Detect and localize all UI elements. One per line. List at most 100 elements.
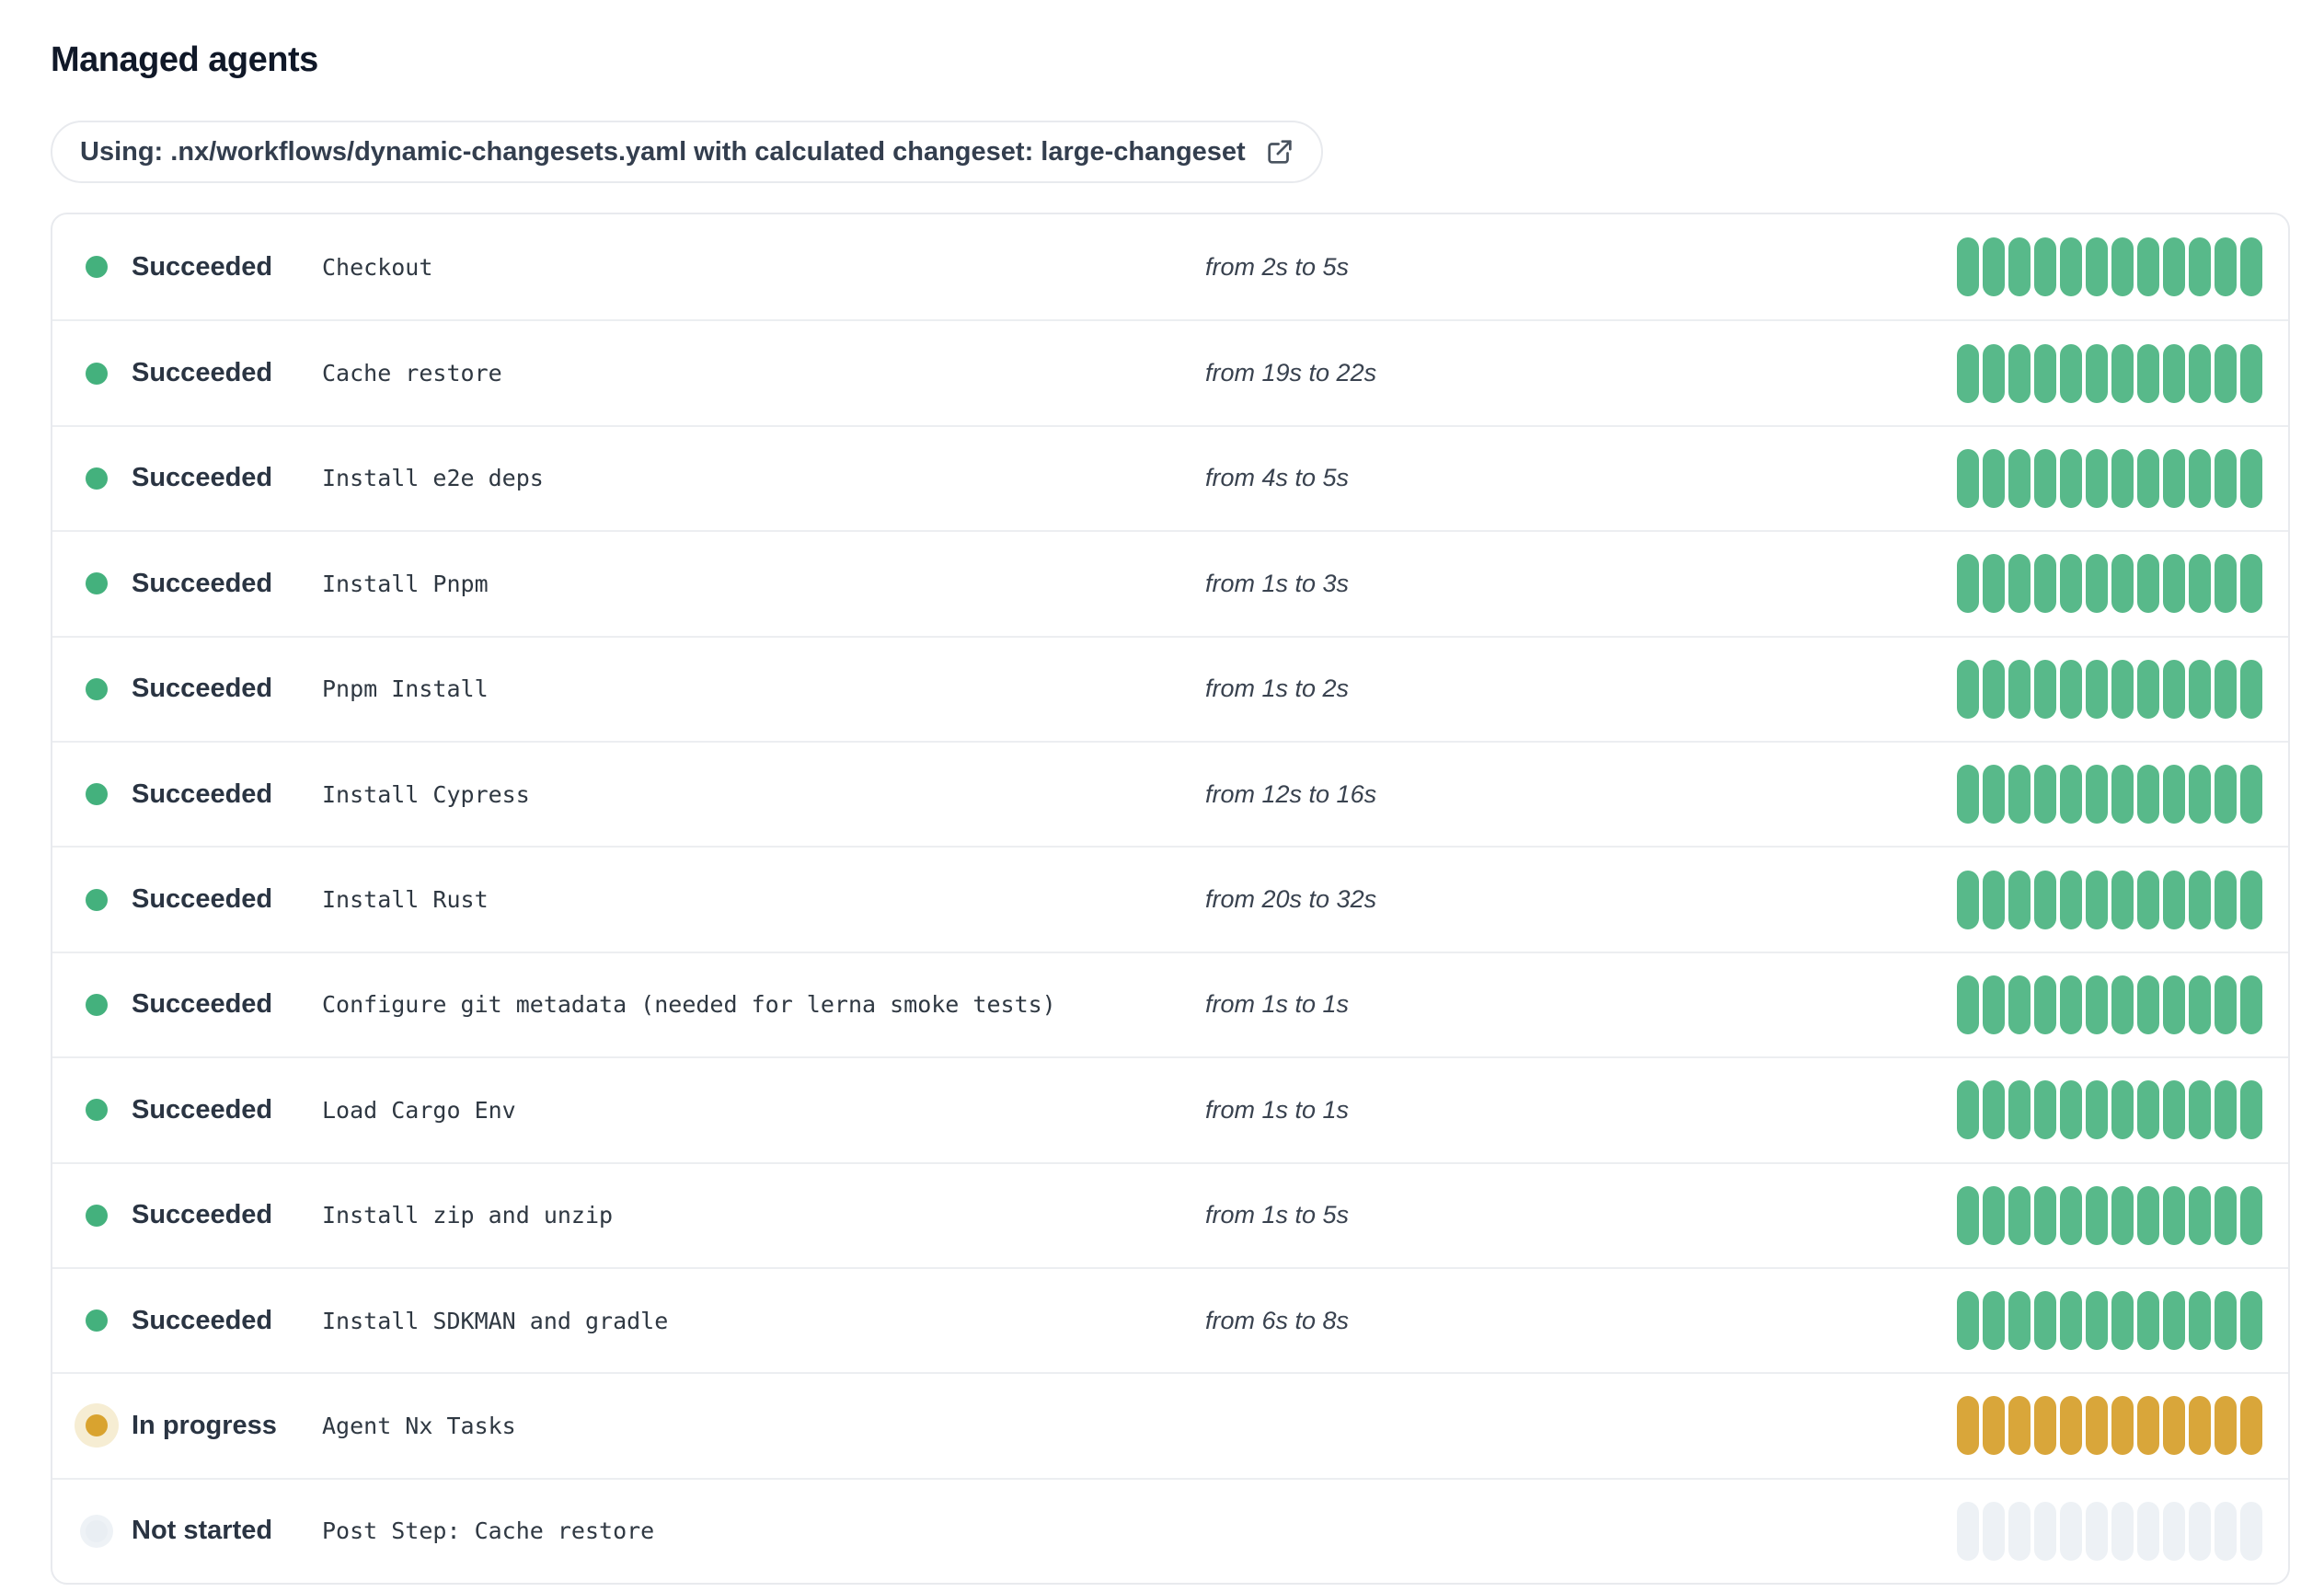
step-duration: from 20s to 32s xyxy=(1205,885,1377,914)
step-name: Cache restore xyxy=(322,360,502,387)
bar-segment xyxy=(1983,765,2005,825)
status-label: Succeeded xyxy=(132,674,273,704)
status-dot-wrap xyxy=(86,783,108,806)
bar-segment xyxy=(1983,1185,2005,1245)
status-dot xyxy=(86,256,108,279)
bar-segment xyxy=(1983,1291,2005,1351)
bar-segment xyxy=(2060,1185,2082,1245)
bar-segment xyxy=(2086,1080,2108,1140)
bar-segment xyxy=(2240,1396,2262,1456)
progress-bar xyxy=(1957,659,2262,719)
bar-segment xyxy=(1983,554,2005,614)
external-link-icon[interactable] xyxy=(1264,136,1295,167)
bar-segment xyxy=(2060,870,2082,929)
bar-segment xyxy=(2215,765,2237,825)
status-dot-wrap xyxy=(86,1204,108,1227)
step-name: Pnpm Install xyxy=(322,675,489,703)
bar-segment xyxy=(1957,659,1979,719)
bar-segment xyxy=(2189,1396,2211,1456)
status-cell: Succeeded xyxy=(86,674,322,704)
agent-step-row: Succeeded Install e2e deps from 4s to 5s xyxy=(52,424,2288,530)
bar-segment xyxy=(2240,343,2262,403)
bar-segment xyxy=(1983,1396,2005,1456)
step-duration: from 12s to 16s xyxy=(1205,779,1377,808)
step-name: Install Cypress xyxy=(322,780,530,808)
bar-segment xyxy=(1957,870,1979,929)
status-dot xyxy=(86,1099,108,1122)
bar-segment xyxy=(2086,554,2108,614)
status-dot-wrap xyxy=(86,467,108,490)
bar-segment xyxy=(2111,554,2134,614)
bar-segment xyxy=(2008,237,2031,297)
bar-segment xyxy=(2008,554,2031,614)
status-dot xyxy=(86,993,108,1016)
status-dot-wrap xyxy=(86,572,108,595)
page-title: Managed agents xyxy=(51,40,318,79)
workflow-config-badge[interactable]: Using: .nx/workflows/dynamic-changesets.… xyxy=(51,121,1323,183)
step-duration: from 2s to 5s xyxy=(1205,252,1350,281)
status-dot-wrap xyxy=(75,1403,119,1448)
bar-segment xyxy=(2189,1080,2211,1140)
bar-segment xyxy=(2137,870,2159,929)
bar-segment xyxy=(2240,975,2262,1034)
progress-bar xyxy=(1957,765,2262,825)
bar-segment xyxy=(2034,554,2056,614)
bar-segment xyxy=(2189,1501,2211,1561)
bar-segment xyxy=(2060,448,2082,508)
bar-segment xyxy=(1957,1080,1979,1140)
bar-segment xyxy=(2215,1396,2237,1456)
step-duration: from 1s to 2s xyxy=(1205,675,1350,703)
bar-segment xyxy=(2137,448,2159,508)
bar-segment xyxy=(2008,1396,2031,1456)
bar-segment xyxy=(2111,659,2134,719)
bar-segment xyxy=(1983,1501,2005,1561)
bar-segment xyxy=(2163,1291,2185,1351)
bar-segment xyxy=(2163,1396,2185,1456)
bar-segment xyxy=(2086,975,2108,1034)
agent-step-row: Succeeded Install zip and unzip from 1s … xyxy=(52,1161,2288,1267)
status-dot xyxy=(86,1309,108,1332)
bar-segment xyxy=(2008,1185,2031,1245)
bar-segment xyxy=(2240,1501,2262,1561)
progress-bar xyxy=(1957,1080,2262,1140)
status-cell: Succeeded xyxy=(86,779,322,810)
progress-bar xyxy=(1957,448,2262,508)
status-cell: Succeeded xyxy=(86,463,322,493)
progress-bar xyxy=(1957,870,2262,929)
step-name: Install e2e deps xyxy=(322,465,544,492)
bar-segment xyxy=(2034,237,2056,297)
bar-segment xyxy=(2111,448,2134,508)
bar-segment xyxy=(2008,1080,2031,1140)
status-cell: Succeeded xyxy=(86,1306,322,1336)
step-duration: from 1s to 3s xyxy=(1205,569,1350,597)
bar-segment xyxy=(2137,1185,2159,1245)
bar-segment xyxy=(2240,1291,2262,1351)
bar-segment xyxy=(2189,870,2211,929)
status-dot xyxy=(86,888,108,911)
status-dot xyxy=(86,1519,108,1542)
bar-segment xyxy=(2008,870,2031,929)
bar-segment xyxy=(2060,1396,2082,1456)
bar-segment xyxy=(2215,237,2237,297)
status-label: Succeeded xyxy=(132,989,273,1020)
bar-segment xyxy=(2240,1185,2262,1245)
bar-segment xyxy=(2240,765,2262,825)
bar-segment xyxy=(2215,343,2237,403)
step-name: Install Rust xyxy=(322,886,489,914)
bar-segment xyxy=(1957,1185,1979,1245)
bar-segment xyxy=(2240,448,2262,508)
status-label: Succeeded xyxy=(132,884,273,915)
agent-step-row: Succeeded Install Cypress from 12s to 16… xyxy=(52,740,2288,846)
bar-segment xyxy=(2111,1501,2134,1561)
bar-segment xyxy=(2240,659,2262,719)
progress-bar xyxy=(1957,237,2262,297)
bar-segment xyxy=(2215,554,2237,614)
bar-segment xyxy=(2034,659,2056,719)
status-label: Succeeded xyxy=(132,1305,273,1335)
bar-segment xyxy=(2086,765,2108,825)
bar-segment xyxy=(1983,237,2005,297)
agents-panel: Succeeded Checkout from 2s to 5s Succeed… xyxy=(51,213,2290,1586)
bar-segment xyxy=(2163,237,2185,297)
bar-segment xyxy=(2137,237,2159,297)
bar-segment xyxy=(2060,237,2082,297)
